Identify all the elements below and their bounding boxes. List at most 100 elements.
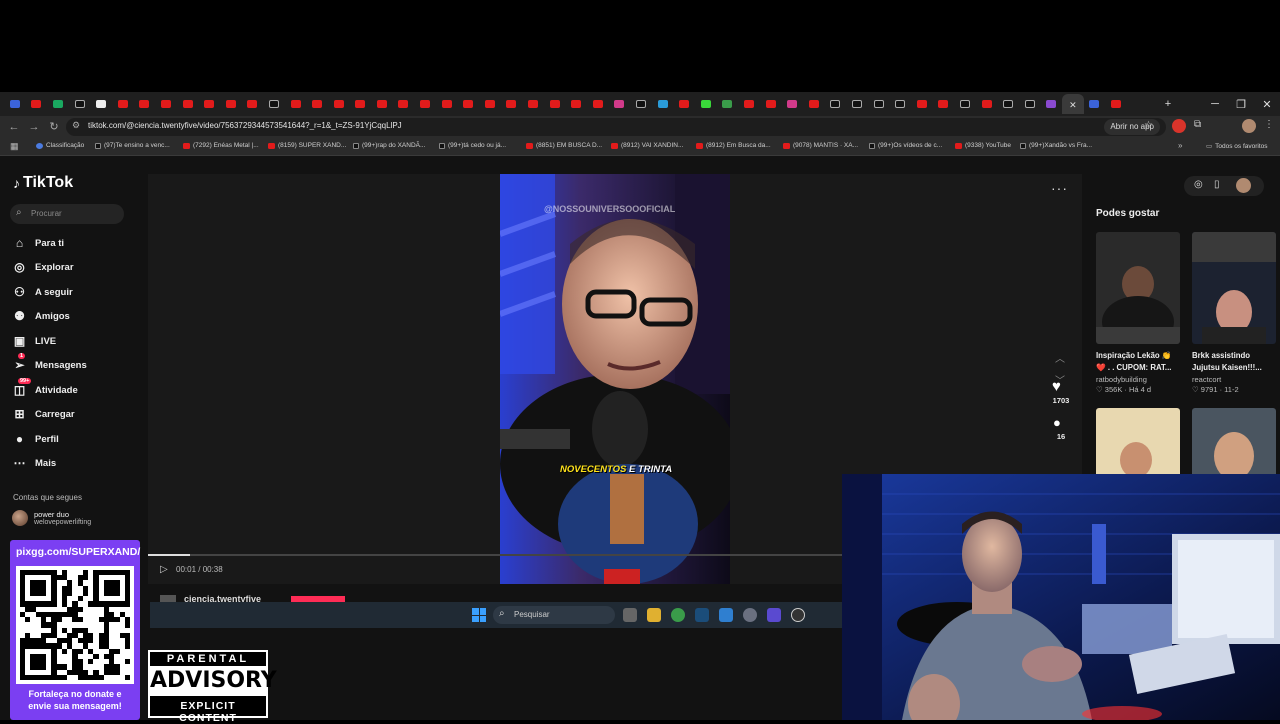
back-button[interactable]: ← [6, 119, 22, 135]
browser-tab[interactable] [933, 94, 955, 114]
bookmark-item[interactable]: (97)Te ensino a venc... [95, 142, 170, 149]
extension-icon[interactable] [1172, 119, 1186, 133]
browser-tab[interactable] [846, 94, 868, 114]
browser-tab[interactable] [803, 94, 825, 114]
nav-item-live[interactable]: ▣ LIVE [12, 332, 56, 350]
maximize-button[interactable]: ❐ [1228, 92, 1254, 116]
suggestion-thumbnail[interactable] [1192, 232, 1276, 344]
browser-tab[interactable] [47, 94, 69, 114]
video-progress-bar[interactable] [148, 554, 848, 556]
nav-item-perfil[interactable]: ● Perfil [12, 430, 59, 448]
taskbar-search[interactable]: ⌕ Pesquisar [493, 606, 615, 624]
browser-tab[interactable] [630, 94, 652, 114]
chrome-icon[interactable] [671, 608, 685, 622]
search-input[interactable]: ⌕ Procurar [10, 204, 124, 224]
nav-item-mensagens[interactable]: ➢ 1 Mensagens [12, 353, 87, 374]
browser-tab[interactable] [717, 94, 739, 114]
site-info-icon[interactable]: ⚙ [72, 120, 80, 131]
browser-tab[interactable] [522, 94, 544, 114]
browser-tab[interactable] [1105, 94, 1127, 114]
app-icon[interactable] [767, 608, 781, 622]
browser-tab[interactable] [306, 94, 328, 114]
bookmark-item[interactable]: Classificação [36, 142, 84, 149]
nav-item-mais[interactable]: ⋯ Mais [12, 454, 57, 472]
nav-item-carregar[interactable]: ⊞ Carregar [12, 405, 74, 423]
nav-item-para-ti[interactable]: ⌂ Para ti [12, 234, 64, 252]
file-explorer-icon[interactable] [647, 608, 661, 622]
omnibox[interactable]: ⚙ tiktok.com/@ciencia.twentyfive/video/7… [66, 118, 1166, 136]
comment-icon[interactable]: ● [1053, 415, 1061, 430]
task-view-icon[interactable] [623, 608, 637, 622]
browser-tab[interactable] [457, 94, 479, 114]
browser-tab[interactable] [976, 94, 998, 114]
browser-tab[interactable] [868, 94, 890, 114]
browser-tab[interactable] [954, 94, 976, 114]
browser-tab[interactable] [695, 94, 717, 114]
suggestion-card[interactable]: Inspiração Lekão 👏 ❤️ . . CUPOM: RAT... r… [1096, 232, 1180, 394]
browser-tab[interactable] [1084, 94, 1106, 114]
bookmark-item[interactable]: (99+)Xandão vs Fra... [1020, 142, 1092, 149]
browser-tab[interactable] [436, 94, 458, 114]
bookmark-item[interactable]: (7292) Enéas Metal |... [183, 142, 259, 149]
browser-tab[interactable] [565, 94, 587, 114]
browser-tab[interactable] [69, 94, 91, 114]
bookmarks-overflow-icon[interactable]: » [1178, 141, 1182, 150]
settings-icon[interactable] [743, 608, 757, 622]
browser-tab[interactable] [997, 94, 1019, 114]
browser-tab[interactable] [220, 94, 242, 114]
steam-icon[interactable] [695, 608, 709, 622]
browser-tab[interactable] [393, 94, 415, 114]
nav-item-amigos[interactable]: ⚉ Amigos [12, 307, 70, 325]
like-heart-icon[interactable]: ♥ [1052, 378, 1061, 395]
forward-button[interactable]: → [26, 119, 42, 135]
previous-video-icon[interactable]: ︿ [1052, 350, 1068, 365]
bookmark-item[interactable]: (9078) MANTIS · XA... [783, 142, 858, 149]
bookmark-item[interactable]: (99+)rap do XANDÃ... [353, 142, 425, 149]
followed-account[interactable]: power duo welovepowerlifting [12, 510, 91, 526]
bookmark-item[interactable]: (9338) YouTube [955, 142, 1011, 149]
all-favorites-folder[interactable]: ▭ Todos os favoritos [1206, 142, 1268, 151]
browser-tab[interactable] [371, 94, 393, 114]
browser-tab[interactable] [90, 94, 112, 114]
reload-button[interactable]: ↻ [46, 119, 62, 135]
bookmark-item[interactable]: (8912) VAI XANDIN... [611, 142, 683, 149]
suggestion-thumbnail[interactable] [1096, 232, 1180, 344]
profile-avatar-icon[interactable] [1242, 119, 1256, 133]
browser-tab[interactable] [609, 94, 631, 114]
suggestion-card[interactable] [1192, 408, 1276, 478]
nav-item-explorar[interactable]: ◎ Explorar [12, 258, 73, 276]
extensions-puzzle-icon[interactable]: ⧉ [1194, 119, 1201, 130]
photos-icon[interactable] [719, 608, 733, 622]
browser-tab[interactable] [587, 94, 609, 114]
new-tab-button[interactable]: + [1155, 92, 1181, 116]
browser-tab[interactable] [825, 94, 847, 114]
browser-tab[interactable] [4, 94, 26, 114]
browser-tab[interactable] [911, 94, 933, 114]
browser-tab[interactable] [177, 94, 199, 114]
browser-tab[interactable] [350, 94, 372, 114]
browser-tab[interactable] [328, 94, 350, 114]
browser-tab[interactable] [889, 94, 911, 114]
bookmark-item[interactable]: (99+)tá cedo ou já... [439, 142, 506, 149]
bookmark-item[interactable]: (8159) SUPER XAND... [268, 142, 346, 149]
browser-tab[interactable] [738, 94, 760, 114]
windows-start-icon[interactable] [472, 608, 486, 622]
browser-menu-icon[interactable]: ⋮ [1264, 119, 1274, 130]
close-window-button[interactable]: ✕ [1254, 92, 1280, 116]
browser-tab[interactable] [652, 94, 674, 114]
suggestion-thumbnail[interactable] [1192, 408, 1276, 478]
nav-item-a-seguir[interactable]: ⚇ A seguir [12, 283, 73, 301]
more-options-icon[interactable]: ··· [1051, 180, 1068, 196]
browser-tab[interactable] [1019, 94, 1041, 114]
bookmark-item[interactable]: (8912) Em Busca da... [696, 142, 771, 149]
bookmark-item[interactable]: (99+)Os vídeos de c... [869, 142, 942, 149]
bookmark-star-icon[interactable]: ☆ [1144, 120, 1153, 131]
suggestion-card[interactable] [1096, 408, 1180, 478]
browser-tab[interactable]: ✕ [1062, 94, 1084, 114]
browser-tab[interactable] [501, 94, 523, 114]
browser-tab[interactable] [112, 94, 134, 114]
browser-tab[interactable] [479, 94, 501, 114]
browser-tab[interactable] [760, 94, 782, 114]
browser-tab[interactable] [134, 94, 156, 114]
browser-tab[interactable] [414, 94, 436, 114]
